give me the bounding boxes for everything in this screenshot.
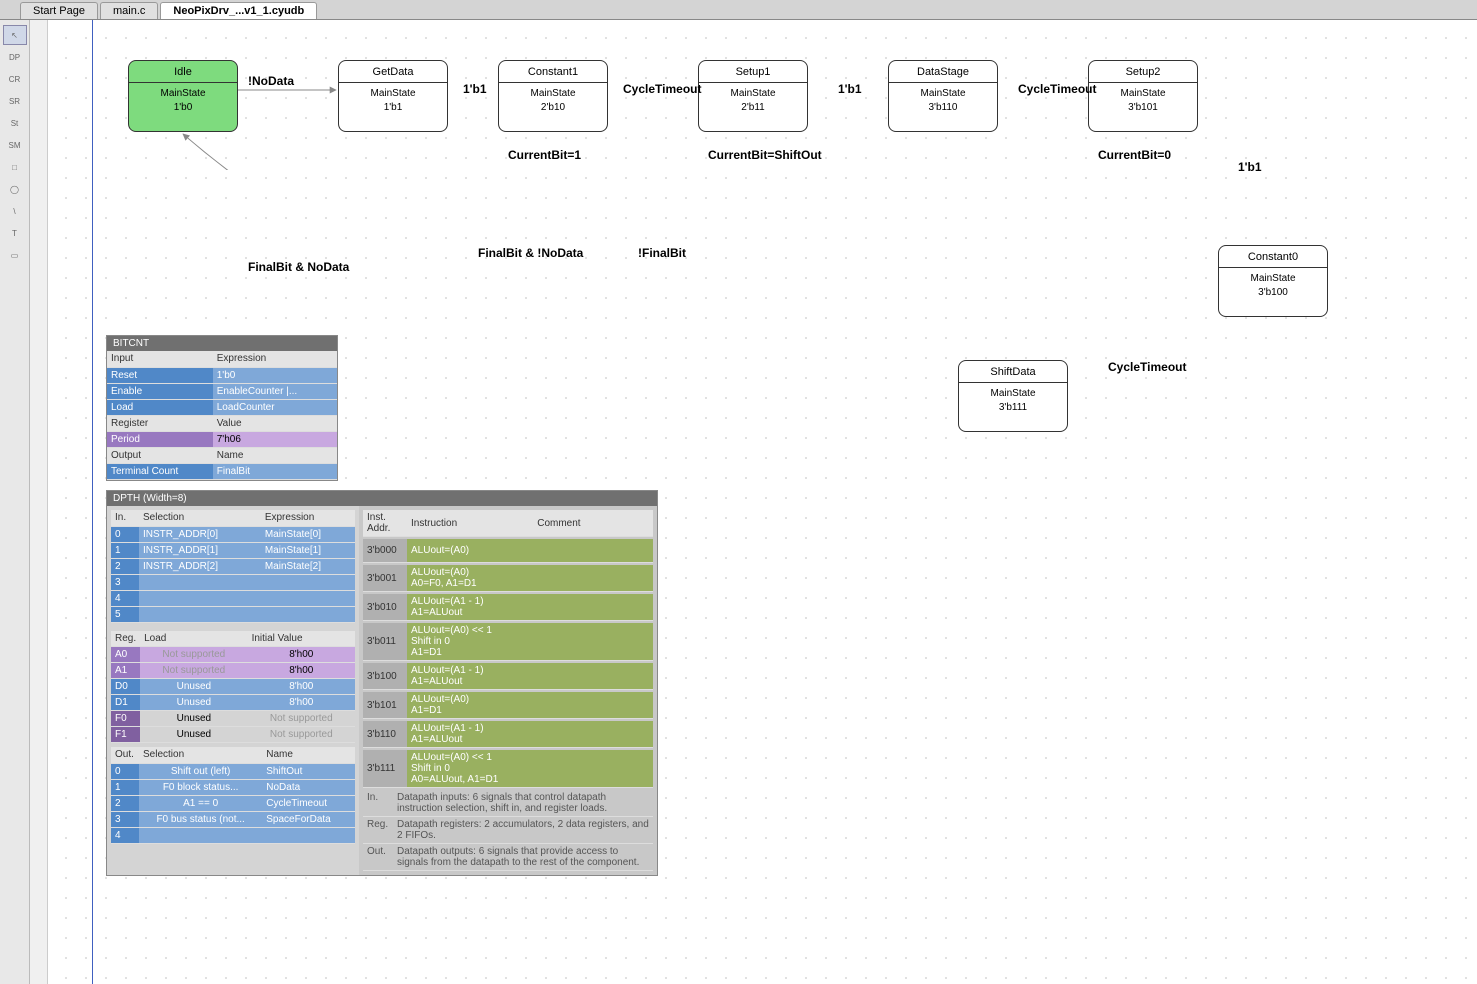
label-notfinalbit: !FinalBit <box>638 246 686 260</box>
state-setup1[interactable]: Setup1 MainState2'b11 <box>698 60 808 132</box>
dpth-reg-table: Reg.LoadInitial Value A0Not supported8'h… <box>111 631 355 744</box>
label-1b1-a: 1'b1 <box>463 82 487 96</box>
dpth-inst-table: Inst. Addr.InstructionComment <box>363 510 653 537</box>
tool-pointer[interactable]: ↖ <box>3 25 27 45</box>
ruler <box>30 20 48 984</box>
label-currentbit0: CurrentBit=0 <box>1098 148 1171 162</box>
tab-neopixdrv[interactable]: NeoPixDrv_...v1_1.cyudb <box>160 2 317 19</box>
tool-text[interactable]: T <box>3 223 27 243</box>
label-finalbit-nodata: FinalBit & NoData <box>248 260 349 274</box>
tool-ellipse[interactable]: ◯ <box>3 179 27 199</box>
tool-sm[interactable]: SM <box>3 135 27 155</box>
tool-sr[interactable]: SR <box>3 91 27 111</box>
tool-cr[interactable]: CR <box>3 69 27 89</box>
label-cycletimeout-c: CycleTimeout <box>1108 360 1186 374</box>
canvas[interactable]: Idle MainState1'b0 GetData MainState1'b1… <box>48 20 1477 984</box>
label-cycletimeout-b: CycleTimeout <box>1018 82 1096 96</box>
tool-st[interactable]: St <box>3 113 27 133</box>
tool-rect[interactable]: □ <box>3 157 27 177</box>
tool-line[interactable]: \ <box>3 201 27 221</box>
tool-image[interactable]: ▭ <box>3 245 27 265</box>
panel-title: DPTH (Width=8) <box>107 491 657 506</box>
state-title: Idle <box>129 61 237 83</box>
label-1b1-c: 1'b1 <box>1238 160 1262 174</box>
dpth-inst-rows: 3'b000ALUout=(A0) 3'b001ALUout=(A0) A0=F… <box>363 537 653 790</box>
tab-bar: Start Page main.c NeoPixDrv_...v1_1.cyud… <box>0 0 1477 20</box>
dpth-out-table: Out.SelectionName 0Shift out (left)Shift… <box>111 747 355 844</box>
tool-dp[interactable]: DP <box>3 47 27 67</box>
label-currentbitshift: CurrentBit=ShiftOut <box>708 148 822 162</box>
state-datastage[interactable]: DataStage MainState3'b110 <box>888 60 998 132</box>
margin-line <box>92 20 93 984</box>
state-getdata[interactable]: GetData MainState1'b1 <box>338 60 448 132</box>
state-idle[interactable]: Idle MainState1'b0 <box>128 60 238 132</box>
panel-bitcnt[interactable]: BITCNT InputExpression Reset1'b0 EnableE… <box>106 335 338 481</box>
state-constant0[interactable]: Constant0 MainState3'b100 <box>1218 245 1328 317</box>
state-shiftdata[interactable]: ShiftData MainState3'b111 <box>958 360 1068 432</box>
state-setup2[interactable]: Setup2 MainState3'b101 <box>1088 60 1198 132</box>
panel-dpth[interactable]: DPTH (Width=8) In.SelectionExpression 0I… <box>106 490 658 876</box>
tab-main-c[interactable]: main.c <box>100 2 158 19</box>
panel-title: BITCNT <box>107 336 337 351</box>
dpth-in-table: In.SelectionExpression 0INSTR_ADDR[0]Mai… <box>111 510 355 623</box>
label-nodata: !NoData <box>248 74 294 88</box>
label-currentbit1: CurrentBit=1 <box>508 148 581 162</box>
state-constant1[interactable]: Constant1 MainState2'b10 <box>498 60 608 132</box>
toolbox: ↖ DP CR SR St SM □ ◯ \ T ▭ <box>0 20 30 984</box>
label-finalbit-notnodata: FinalBit & !NoData <box>478 246 583 260</box>
label-1b1-b: 1'b1 <box>838 82 862 96</box>
label-cycletimeout-a: CycleTimeout <box>623 82 701 96</box>
tab-start-page[interactable]: Start Page <box>20 2 98 19</box>
dpth-notes: In.Datapath inputs: 6 signals that contr… <box>363 790 653 871</box>
